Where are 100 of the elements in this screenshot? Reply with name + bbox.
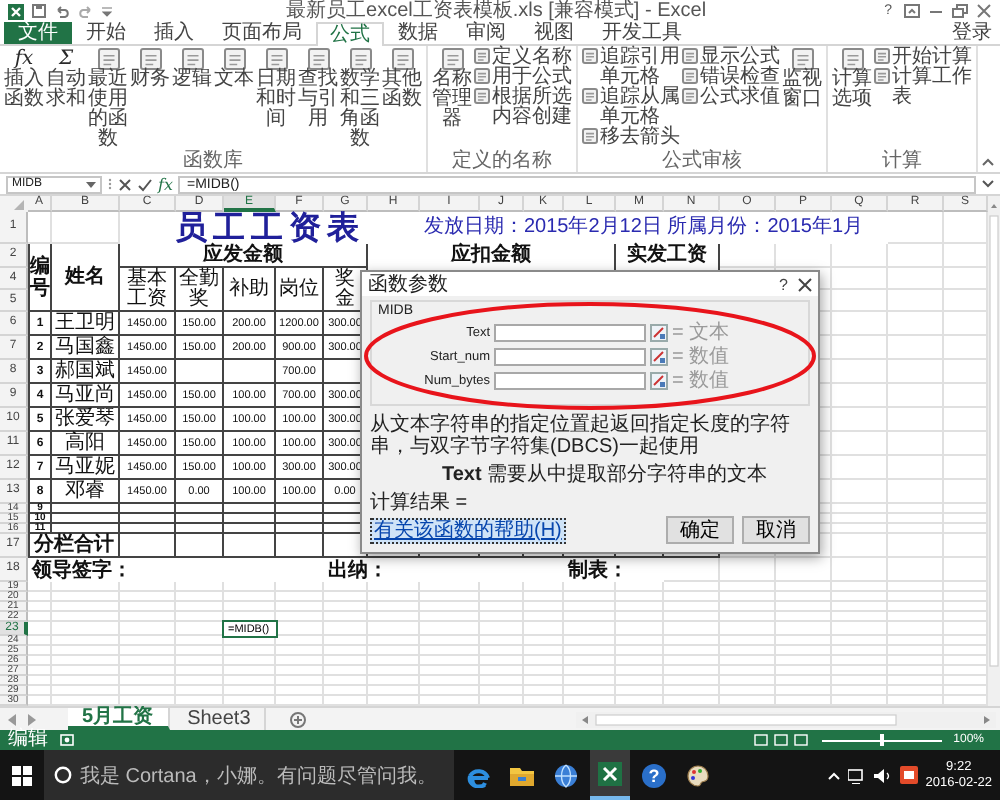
add-sheet-icon[interactable] bbox=[290, 711, 307, 727]
document-icon bbox=[582, 88, 598, 104]
excel-logo-icon bbox=[8, 3, 24, 19]
document-icon bbox=[874, 48, 890, 64]
ribbon-button[interactable]: 最近使用的函数 bbox=[88, 48, 128, 150]
ribbon-button[interactable]: 名称管理器 bbox=[432, 48, 472, 130]
group-label: 函数库 bbox=[183, 152, 243, 172]
customize-caret-icon[interactable] bbox=[102, 5, 112, 17]
search-field[interactable]: 我是 Cortana，小娜。有问题尽管问我。 bbox=[44, 750, 454, 800]
ribbon-button[interactable]: fx 插入函数 bbox=[4, 48, 44, 110]
ribbon-button[interactable]: 显示公式 bbox=[682, 48, 780, 68]
scroll-left-icon[interactable] bbox=[8, 713, 16, 725]
cancel-icon[interactable] bbox=[118, 177, 132, 191]
insert-function-button[interactable]: fx bbox=[158, 175, 173, 193]
slider-thumb[interactable] bbox=[879, 734, 884, 746]
range-select-button[interactable] bbox=[650, 323, 668, 341]
ribbon-button[interactable]: 逻辑 bbox=[172, 48, 212, 90]
table-cell: 马亚妮 bbox=[52, 456, 120, 480]
argument-field[interactable] bbox=[494, 323, 646, 341]
undo-icon[interactable] bbox=[54, 4, 70, 18]
ribbon-button[interactable]: 移去箭头 bbox=[582, 128, 680, 148]
symbol-icon: Σ bbox=[58, 48, 74, 70]
argument-hint: = 数值 bbox=[672, 369, 730, 391]
group-label: 计算 bbox=[882, 152, 922, 172]
ribbon-button[interactable]: 日期和时间 bbox=[256, 48, 296, 130]
ribbon-button[interactable]: 根据所选内容创建 bbox=[474, 88, 572, 128]
collapse-ribbon-icon[interactable] bbox=[982, 158, 994, 166]
argument-field[interactable] bbox=[494, 347, 646, 365]
windows-logo-icon[interactable] bbox=[12, 765, 32, 785]
range-select-button[interactable] bbox=[650, 347, 668, 365]
ribbon-button[interactable]: 监视窗口 bbox=[782, 48, 822, 110]
ribbon-tab[interactable]: 页面布局 bbox=[208, 22, 316, 44]
circle-icon bbox=[54, 766, 72, 784]
expand-formula-icon[interactable] bbox=[982, 180, 994, 188]
ribbon-display-icon[interactable] bbox=[904, 4, 920, 18]
ribbon-tab[interactable]: 数据 bbox=[384, 22, 452, 44]
ribbon-button[interactable]: 查找与引用 bbox=[298, 48, 338, 130]
dialog-button[interactable]: 取消 bbox=[742, 516, 810, 544]
help-icon: ? bbox=[642, 763, 666, 787]
volume-icon[interactable] bbox=[873, 767, 892, 783]
document-icon bbox=[265, 48, 287, 70]
dialog-button[interactable]: 确定 bbox=[666, 516, 734, 544]
close-icon[interactable] bbox=[798, 277, 812, 291]
file-tab[interactable]: 文件 bbox=[4, 22, 72, 44]
up-caret-icon[interactable] bbox=[827, 771, 840, 779]
argument-hint: = 数值 bbox=[672, 345, 730, 367]
ribbon-button[interactable]: Σ 自动求和 bbox=[46, 48, 86, 110]
argument-field[interactable] bbox=[494, 371, 646, 389]
table-cell: 张爱琴 bbox=[52, 408, 120, 432]
document-icon bbox=[582, 128, 598, 144]
help-button[interactable]: ? bbox=[779, 275, 788, 293]
help-link[interactable]: 有关该函数的帮助(H) bbox=[370, 517, 566, 543]
ribbon-button[interactable]: 公式求值 bbox=[682, 88, 780, 108]
caret-icon bbox=[86, 181, 96, 187]
ribbon-button[interactable]: 错误检查 bbox=[682, 68, 780, 88]
ribbon-button[interactable]: 计算选项 bbox=[832, 48, 872, 110]
ribbon-button[interactable]: 财务 bbox=[130, 48, 170, 90]
sheet-tab[interactable]: 5月工资 bbox=[68, 708, 170, 730]
close-icon[interactable] bbox=[976, 4, 992, 18]
save-icon[interactable] bbox=[32, 4, 46, 18]
ribbon-button[interactable]: 用于公式 bbox=[474, 68, 572, 88]
page-view-icons[interactable] bbox=[753, 734, 810, 746]
taskbar-app-button[interactable]: ? bbox=[634, 750, 674, 800]
argument-description: Text 需要从中提取部分字符串的文本 bbox=[442, 464, 770, 486]
sign-in-link[interactable]: 登录 bbox=[952, 22, 1000, 44]
notification-icon[interactable] bbox=[899, 766, 918, 784]
ribbon-button[interactable]: 计算工作表 bbox=[874, 68, 972, 108]
ribbon-tab[interactable]: 审阅 bbox=[452, 22, 520, 44]
document-icon bbox=[841, 48, 863, 70]
enter-icon[interactable] bbox=[138, 177, 152, 191]
ribbon-tab[interactable]: 开发工具 bbox=[588, 22, 696, 44]
signature-label: 出纳： bbox=[324, 558, 564, 582]
document-icon bbox=[474, 88, 490, 104]
ribbon-button[interactable]: 其他函数 bbox=[382, 48, 422, 110]
document-icon bbox=[441, 48, 463, 70]
ribbon-button[interactable]: 追踪从属单元格 bbox=[582, 88, 680, 128]
ribbon-tab[interactable]: 公式 bbox=[316, 22, 384, 46]
document-icon bbox=[582, 48, 598, 64]
sheet-title: 员工工资表 bbox=[120, 212, 420, 244]
total-label: 分栏合计 bbox=[28, 534, 120, 558]
range-select-button[interactable] bbox=[650, 371, 668, 389]
restore-icon[interactable] bbox=[952, 4, 968, 18]
ribbon-tab[interactable]: 插入 bbox=[140, 22, 208, 44]
taskbar-app-button[interactable] bbox=[590, 750, 630, 800]
document-icon bbox=[874, 68, 890, 84]
document-icon bbox=[791, 48, 813, 70]
ribbon-button[interactable]: 文本 bbox=[214, 48, 254, 90]
macro-record-icon[interactable] bbox=[60, 734, 74, 746]
document-icon bbox=[474, 48, 490, 64]
ribbon-tab[interactable]: 视图 bbox=[520, 22, 588, 44]
network-icon[interactable] bbox=[847, 767, 866, 783]
document-icon bbox=[181, 48, 203, 70]
ribbon-tab[interactable]: 开始 bbox=[72, 22, 140, 44]
argument-hint: = 文本 bbox=[672, 321, 730, 343]
ribbon-button[interactable]: 数学和三角函数 bbox=[340, 48, 380, 150]
ribbon-button[interactable]: 定义名称 bbox=[474, 48, 572, 68]
scroll-right-icon[interactable] bbox=[28, 713, 36, 725]
ribbon-button[interactable]: 开始计算 bbox=[874, 48, 972, 68]
ribbon-button[interactable]: 追踪引用单元格 bbox=[582, 48, 680, 88]
document-icon bbox=[97, 48, 119, 70]
